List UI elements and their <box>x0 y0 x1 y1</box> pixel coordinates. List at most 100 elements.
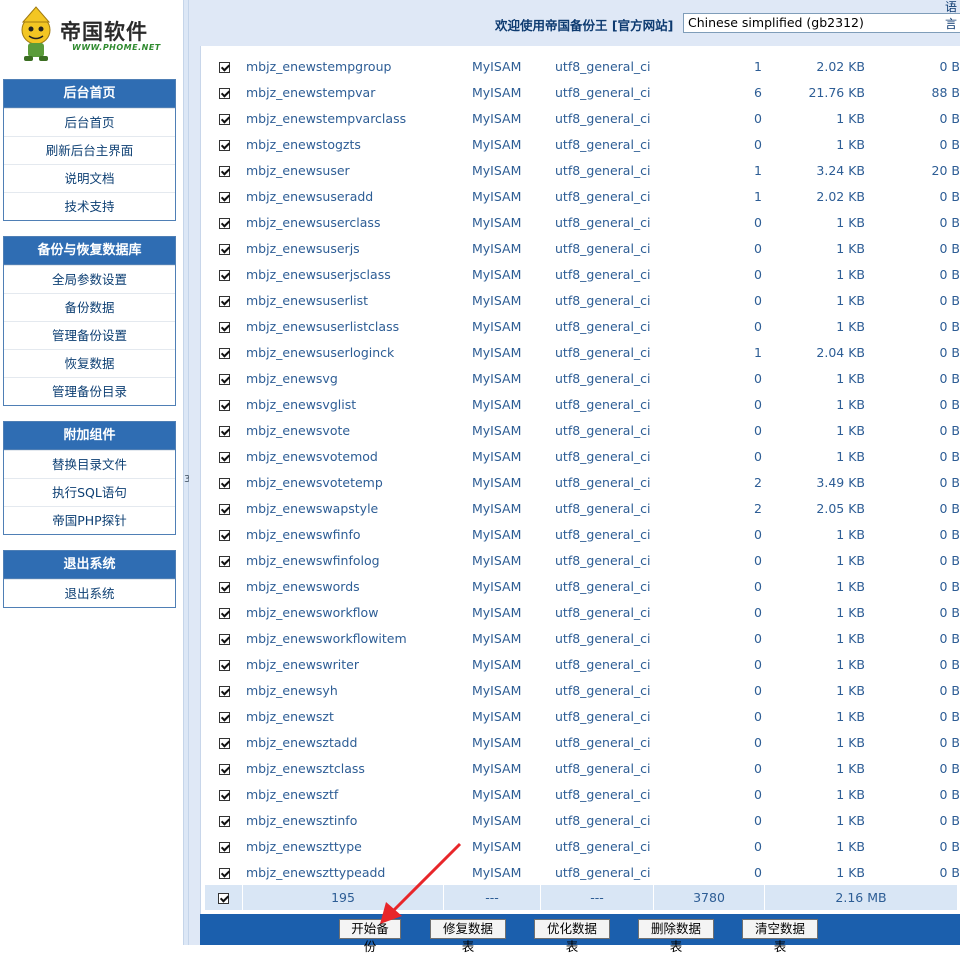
menu-item-manage-backup-dir[interactable]: 管理备份目录 <box>4 377 175 405</box>
row-checkbox[interactable] <box>218 269 230 281</box>
row-checkbox[interactable] <box>218 243 230 255</box>
table-name-link[interactable]: mbjz_enewsuseradd <box>243 183 472 209</box>
menu-item-replace-files[interactable]: 替换目录文件 <box>4 450 175 478</box>
row-checkbox-cell[interactable] <box>205 209 243 235</box>
row-checkbox-cell[interactable] <box>205 469 243 495</box>
row-checkbox[interactable] <box>218 373 230 385</box>
table-name-link[interactable]: mbjz_enewszt <box>243 703 472 729</box>
row-checkbox-cell[interactable] <box>205 105 243 131</box>
row-checkbox-cell[interactable] <box>205 131 243 157</box>
row-checkbox[interactable] <box>218 217 230 229</box>
row-checkbox[interactable] <box>218 399 230 411</box>
row-checkbox[interactable] <box>218 503 230 515</box>
row-checkbox[interactable] <box>218 737 230 749</box>
row-checkbox-cell[interactable] <box>205 859 243 885</box>
row-checkbox-cell[interactable] <box>205 677 243 703</box>
row-checkbox[interactable] <box>218 581 230 593</box>
row-checkbox[interactable] <box>218 321 230 333</box>
menu-item-exec-sql[interactable]: 执行SQL语句 <box>4 478 175 506</box>
table-name-link[interactable]: mbjz_enewsvotemod <box>243 443 472 469</box>
row-checkbox-cell[interactable] <box>205 495 243 521</box>
row-checkbox[interactable] <box>218 659 230 671</box>
table-name-link[interactable]: mbjz_enewsuserlist <box>243 287 472 313</box>
row-checkbox-cell[interactable] <box>205 573 243 599</box>
row-checkbox-cell[interactable] <box>205 807 243 833</box>
row-checkbox[interactable] <box>218 555 230 567</box>
row-checkbox-cell[interactable] <box>205 833 243 859</box>
table-name-link[interactable]: mbjz_enewstempvarclass <box>243 105 472 131</box>
language-link[interactable]: 语言 <box>945 0 960 32</box>
row-checkbox-cell[interactable] <box>205 599 243 625</box>
table-name-link[interactable]: mbjz_enewsuserloginck <box>243 339 472 365</box>
table-name-link[interactable]: mbjz_enewsvotetemp <box>243 469 472 495</box>
menu-addons-header[interactable]: 附加组件 <box>4 422 175 450</box>
menu-item-restore-data[interactable]: 恢复数据 <box>4 349 175 377</box>
table-name-link[interactable]: mbjz_enewsuserjs <box>243 235 472 261</box>
select-all-cell[interactable] <box>205 885 243 910</box>
row-checkbox[interactable] <box>218 191 230 203</box>
table-name-link[interactable]: mbjz_enewsyh <box>243 677 472 703</box>
row-checkbox-cell[interactable] <box>205 157 243 183</box>
table-name-link[interactable]: mbjz_enewsvg <box>243 365 472 391</box>
row-checkbox[interactable] <box>218 763 230 775</box>
table-name-link[interactable]: mbjz_enewsuserlistclass <box>243 313 472 339</box>
menu-item-manage-backup-settings[interactable]: 管理备份设置 <box>4 321 175 349</box>
menu-home-header[interactable]: 后台首页 <box>4 80 175 108</box>
row-checkbox-cell[interactable] <box>205 183 243 209</box>
row-checkbox[interactable] <box>218 87 230 99</box>
table-name-link[interactable]: mbjz_enewsztclass <box>243 755 472 781</box>
row-checkbox[interactable] <box>218 425 230 437</box>
table-name-link[interactable]: mbjz_enewsuserjsclass <box>243 261 472 287</box>
table-name-link[interactable]: mbjz_enewsztadd <box>243 729 472 755</box>
table-name-link[interactable]: mbjz_enewsworkflowitem <box>243 625 472 651</box>
row-checkbox[interactable] <box>218 165 230 177</box>
row-checkbox[interactable] <box>218 529 230 541</box>
row-checkbox-cell[interactable] <box>205 521 243 547</box>
row-checkbox[interactable] <box>218 295 230 307</box>
table-name-link[interactable]: mbjz_enewswapstyle <box>243 495 472 521</box>
menu-item-home[interactable]: 后台首页 <box>4 108 175 136</box>
row-checkbox-cell[interactable] <box>205 365 243 391</box>
table-name-link[interactable]: mbjz_enewstempgroup <box>243 53 472 79</box>
row-checkbox[interactable] <box>218 139 230 151</box>
row-checkbox[interactable] <box>218 815 230 827</box>
menu-backup-header[interactable]: 备份与恢复数据库 <box>4 237 175 265</box>
table-name-link[interactable]: mbjz_enewswfinfolog <box>243 547 472 573</box>
repair-tables-button[interactable]: 修复数据表 <box>430 919 506 954</box>
select-all-checkbox[interactable] <box>218 893 229 904</box>
drop-tables-button[interactable]: 删除数据表 <box>638 919 714 954</box>
row-checkbox[interactable] <box>218 347 230 359</box>
row-checkbox-cell[interactable] <box>205 781 243 807</box>
row-checkbox[interactable] <box>218 477 230 489</box>
table-name-link[interactable]: mbjz_enewstogzts <box>243 131 472 157</box>
row-checkbox-cell[interactable] <box>205 313 243 339</box>
row-checkbox-cell[interactable] <box>205 339 243 365</box>
table-name-link[interactable]: mbjz_enewsworkflow <box>243 599 472 625</box>
row-checkbox-cell[interactable] <box>205 79 243 105</box>
table-name-link[interactable]: mbjz_enewszttypeadd <box>243 859 472 885</box>
menu-item-global-settings[interactable]: 全局参数设置 <box>4 265 175 293</box>
row-checkbox-cell[interactable] <box>205 547 243 573</box>
row-checkbox-cell[interactable] <box>205 287 243 313</box>
table-name-link[interactable]: mbjz_enewswriter <box>243 651 472 677</box>
row-checkbox[interactable] <box>218 789 230 801</box>
row-checkbox[interactable] <box>218 607 230 619</box>
table-name-link[interactable]: mbjz_enewsvglist <box>243 391 472 417</box>
row-checkbox[interactable] <box>218 685 230 697</box>
menu-item-refresh[interactable]: 刷新后台主界面 <box>4 136 175 164</box>
welcome-text[interactable]: 欢迎使用帝国备份王 [官方网站] <box>495 15 673 34</box>
row-checkbox-cell[interactable] <box>205 755 243 781</box>
row-checkbox-cell[interactable] <box>205 417 243 443</box>
empty-tables-button[interactable]: 清空数据表 <box>742 919 818 954</box>
row-checkbox[interactable] <box>218 711 230 723</box>
table-name-link[interactable]: mbjz_enewswords <box>243 573 472 599</box>
row-checkbox[interactable] <box>218 841 230 853</box>
table-name-link[interactable]: mbjz_enewsvote <box>243 417 472 443</box>
row-checkbox-cell[interactable] <box>205 443 243 469</box>
row-checkbox[interactable] <box>218 61 230 73</box>
row-checkbox-cell[interactable] <box>205 651 243 677</box>
table-name-link[interactable]: mbjz_enewszttype <box>243 833 472 859</box>
menu-item-docs[interactable]: 说明文档 <box>4 164 175 192</box>
optimize-tables-button[interactable]: 优化数据表 <box>534 919 610 954</box>
row-checkbox[interactable] <box>218 451 230 463</box>
